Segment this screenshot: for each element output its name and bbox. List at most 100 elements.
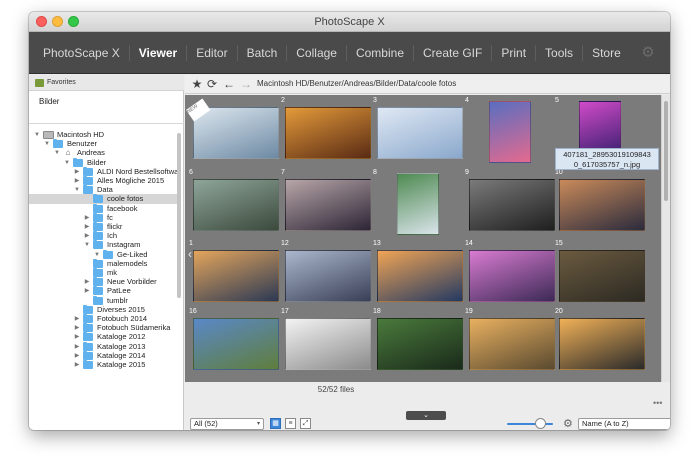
thumbnail-number: 2: [281, 97, 285, 104]
folder-icon: [73, 157, 83, 167]
photo-thumbnail[interactable]: 13: [373, 240, 463, 302]
folder-icon: [53, 139, 63, 149]
thumbnail-number: 16: [189, 308, 197, 315]
refresh-icon[interactable]: ⟳: [205, 77, 219, 92]
photo-image: [193, 179, 279, 231]
back-arrow-icon[interactable]: ←: [222, 77, 236, 92]
menu-item-store[interactable]: Store: [582, 45, 630, 61]
grid-scrollbar[interactable]: [661, 95, 670, 382]
photo-thumbnail[interactable]: 7: [281, 169, 371, 231]
main-menu: PhotoScape X Viewer Editor Batch Collage Comb…: [35, 32, 630, 74]
photo-thumbnail[interactable]: 16: [189, 308, 279, 370]
photo-thumbnail[interactable]: 18: [373, 308, 463, 370]
photo-thumbnail[interactable]: 12: [281, 240, 371, 302]
settings-gear-icon[interactable]: ⚙: [640, 45, 656, 61]
favorites-divider: [29, 123, 184, 124]
photo-thumbnail[interactable]: 17: [281, 308, 371, 370]
list-view-button[interactable]: ≡: [285, 418, 296, 429]
photo-image: [377, 250, 463, 302]
path-bar: ★ ⟳ ← → Macintosh HD/Benutzer/Andreas/Bi…: [185, 75, 670, 94]
favorite-item[interactable]: Bilder: [39, 97, 59, 106]
folder-icon: [83, 176, 93, 185]
filter-select[interactable]: All (52) ▾: [190, 418, 264, 430]
menu-item-photoscape-x[interactable]: PhotoScape X: [35, 45, 129, 61]
thumbnail-number: 6: [189, 169, 193, 176]
folder-icon: [93, 194, 103, 204]
menu-item-viewer[interactable]: Viewer: [128, 45, 186, 61]
photo-image: [559, 318, 645, 370]
folder-icon: [83, 166, 93, 176]
menu-item-create-gif[interactable]: Create GIF: [413, 45, 491, 61]
thumbnail-number: 10: [555, 169, 563, 176]
thumbnail-number: 4: [465, 97, 469, 104]
menu-item-tools[interactable]: Tools: [535, 45, 582, 61]
view-settings-gear-icon[interactable]: ⚙: [563, 417, 573, 430]
star-icon[interactable]: ★: [190, 77, 204, 92]
disclosure-closed-icon[interactable]: ▶: [73, 360, 81, 370]
thumbnail-grid: 2 3 4 5 6 7 8 9 10 1 12 13 14 15 16 17 18 19 20: [185, 95, 661, 382]
thumbnail-number: 5: [555, 97, 559, 104]
menu-item-print[interactable]: Print: [491, 45, 535, 61]
folder-icon: [83, 341, 93, 351]
photo-thumbnail[interactable]: 19: [465, 308, 555, 370]
menu-item-batch[interactable]: Batch: [236, 45, 287, 61]
thumbnail-number: 17: [281, 308, 289, 315]
folder-icon: [93, 231, 103, 241]
photo-thumbnail[interactable]: 9: [465, 169, 555, 231]
prev-chevron-icon[interactable]: ‹: [188, 247, 196, 261]
forward-arrow-icon[interactable]: →: [239, 77, 253, 92]
more-options-icon[interactable]: •••: [653, 398, 662, 408]
photo-thumbnail[interactable]: 14: [465, 240, 555, 302]
thumbnail-number: 8: [373, 169, 377, 176]
thumbnail-size-slider[interactable]: [507, 423, 553, 425]
photo-thumbnail[interactable]: 4: [465, 97, 553, 163]
filter-chevron-down-icon: ▾: [256, 421, 260, 427]
photo-image: [469, 318, 555, 370]
photo-thumbnail[interactable]: 8: [373, 169, 461, 235]
window-title: PhotoScape X: [314, 16, 385, 28]
folder-icon: [83, 323, 93, 333]
fullscreen-button[interactable]: ⤢: [300, 418, 311, 429]
thumbnail-number: 19: [465, 308, 473, 315]
folder-tree: ▼ Macintosh HD ▼ Benutzer ▼ ⌂ Andreas ▼ Bilder ▶ A…: [29, 130, 179, 370]
folder-icon: [83, 350, 93, 360]
tree-scrollbar[interactable]: [177, 133, 181, 298]
photo-thumbnail[interactable]: 15: [555, 240, 645, 302]
main-menubar: PhotoScape X Viewer Editor Batch Collage Comb…: [29, 32, 670, 74]
current-path: Macintosh HD/Benutzer/Andreas/Bilder/Dat…: [257, 79, 457, 88]
menu-item-collage[interactable]: Collage: [286, 45, 346, 61]
folder-icon: [83, 332, 93, 342]
grid-scroll-thumb[interactable]: [664, 101, 668, 201]
photo-image: [489, 101, 531, 163]
folder-icon: [93, 277, 103, 287]
photo-thumbnail[interactable]: 3: [373, 97, 463, 159]
photo-image: [193, 318, 279, 370]
thumbnail-number: 15: [555, 240, 563, 247]
favorites-header: Favorites: [29, 75, 184, 91]
photo-thumbnail[interactable]: 2: [281, 97, 371, 159]
folder-icon: [83, 360, 93, 369]
grid-view-button[interactable]: ▦: [270, 418, 281, 429]
favorites-icon: [35, 79, 44, 87]
slider-knob[interactable]: [535, 418, 546, 429]
photo-image: [559, 179, 645, 231]
favorites-header-label: Favorites: [47, 79, 76, 86]
folder-icon: [93, 240, 103, 250]
photo-thumbnail[interactable]: 10: [555, 169, 645, 231]
photo-thumbnail[interactable]: 1: [189, 240, 279, 302]
photo-image: [285, 107, 371, 159]
menu-item-editor[interactable]: Editor: [186, 45, 236, 61]
app-window: PhotoScape X PhotoScape X Viewer Editor Bat…: [29, 12, 670, 430]
home-icon: ⌂: [65, 148, 71, 158]
sort-select[interactable]: Name (A to Z) ▾: [578, 418, 670, 430]
thumbnail-number: 18: [373, 308, 381, 315]
menu-item-combine[interactable]: Combine: [345, 45, 413, 61]
folder-icon: [93, 295, 103, 305]
tree-item[interactable]: ▶ Kataloge 2015: [29, 360, 179, 370]
tree-item-label: Kataloge 2015: [97, 360, 146, 369]
photo-thumbnail[interactable]: 6: [189, 169, 279, 231]
photo-thumbnail[interactable]: 20: [555, 308, 645, 370]
thumbnail-number: 9: [465, 169, 469, 176]
collapse-chevron-icon[interactable]: ⌄: [406, 411, 446, 420]
bottom-bar: 52/52 files ••• ⌄ All (52) ▾ ▦ ≡ ⤢ ⚙ Nam…: [185, 382, 670, 430]
